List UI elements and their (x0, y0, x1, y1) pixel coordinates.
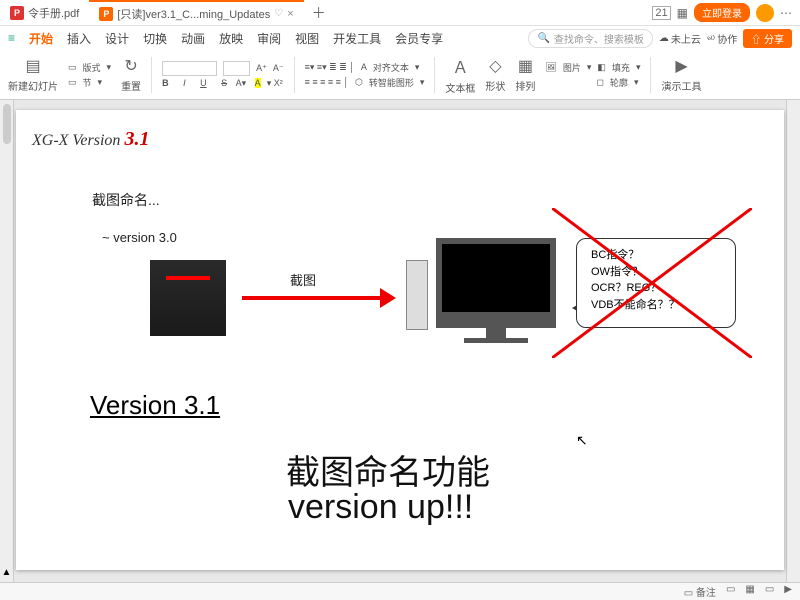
apps-icon[interactable]: ▦ (677, 6, 688, 20)
headline-1: 截图命名功能 (286, 445, 490, 494)
layout-icon: ▭ (68, 62, 77, 73)
font-group[interactable]: A⁺A⁻ B I U S A▾ A▾ X² (162, 61, 284, 89)
menu-design[interactable]: 设计 (105, 30, 129, 47)
scroll-thumb[interactable] (3, 104, 11, 144)
close-icon[interactable]: × (287, 8, 293, 20)
cloud-button[interactable]: ☁未上云 (659, 31, 701, 46)
textbox-icon: Ａ (452, 54, 468, 78)
ribbon: ▤ 新建幻灯片 ▭版式▾ ▭节▾ ↻ 重置 A⁺A⁻ B I U S A▾ A▾… (0, 50, 800, 100)
section-button[interactable]: ▭节▾ (68, 76, 111, 89)
share-icon: ⇧ (751, 35, 764, 46)
slide-header: XG-X Version 3.1 (32, 128, 149, 151)
menu-transition[interactable]: 切换 (143, 30, 167, 47)
menu-logo[interactable]: ≡ (8, 31, 15, 45)
coop-icon: ல (707, 32, 715, 44)
arrow-icon (242, 296, 392, 300)
search-input[interactable]: 🔍 查找命令、搜索模板 (528, 29, 652, 48)
tab-presentation[interactable]: P [只读]ver3.1_C...ming_Updates ♡ × (89, 0, 303, 25)
arrange-icon: ▦ (518, 56, 533, 76)
present-tools-button[interactable]: ▶演示工具 (661, 56, 701, 93)
menu-dev[interactable]: 开发工具 (333, 30, 381, 47)
new-slide-icon: ▤ (25, 56, 40, 76)
smart-icon: ⬡ (355, 77, 363, 88)
separator (650, 57, 651, 93)
slide[interactable]: XG-X Version 3.1 截图命名... ~ version 3.0 截… (16, 110, 784, 570)
tab-label: 令手册.pdf (28, 5, 79, 21)
separator (151, 57, 152, 93)
textbox-button[interactable]: Ａ文本框 (445, 54, 475, 95)
login-button[interactable]: 立即登录 (694, 3, 750, 22)
pc-tower-icon (406, 260, 428, 330)
view-sorter-icon[interactable]: ▦ (745, 584, 754, 599)
arrange-button[interactable]: ▦排列 (515, 56, 535, 93)
separator (434, 57, 435, 93)
headline-2: version up!!! (288, 488, 473, 527)
menu-vip[interactable]: 会员专享 (395, 30, 443, 47)
canvas: ▲ XG-X Version 3.1 截图命名... ~ version 3.0… (0, 100, 800, 582)
menu-review[interactable]: 审阅 (257, 30, 281, 47)
align-icon: А (361, 62, 367, 72)
menu-insert[interactable]: 插入 (67, 30, 91, 47)
source-square (150, 260, 226, 336)
pdf-icon: P (10, 6, 24, 20)
present-icon: ▶ (675, 56, 687, 76)
title-right: 21 ▦ 立即登录 ⋯ (652, 3, 800, 22)
heart-icon: ♡ (274, 8, 283, 19)
layout-button[interactable]: ▭版式▾ (68, 61, 111, 74)
picture-icon: 🖼 (545, 62, 556, 73)
count-badge[interactable]: 21 (652, 6, 670, 20)
monitor-icon (436, 238, 556, 328)
coop-button[interactable]: ல协作 (707, 31, 737, 46)
tab-pdf[interactable]: P 令手册.pdf (0, 0, 89, 25)
layout-group: ▭版式▾ ▭节▾ (68, 61, 111, 89)
view-reading-icon[interactable]: ▭ (765, 584, 774, 599)
menu-view[interactable]: 视图 (295, 30, 319, 47)
monitor-stand (486, 328, 506, 338)
share-button[interactable]: ⇧ 分享 (743, 29, 792, 48)
label-title: 截图命名... (92, 190, 160, 210)
search-placeholder: 查找命令、搜索模板 (554, 31, 644, 46)
slide-panel-scrollbar[interactable]: ▲ (0, 100, 14, 582)
separator (294, 57, 295, 93)
menu-animation[interactable]: 动画 (181, 30, 205, 47)
avatar[interactable] (756, 4, 774, 22)
new-slide-button[interactable]: ▤ 新建幻灯片 (8, 56, 58, 93)
label-version: ~ version 3.0 (102, 230, 177, 245)
minimize-icon[interactable]: ⋯ (780, 6, 792, 20)
section-icon: ▭ (68, 77, 77, 88)
notes-button[interactable]: ▭ 备注 (684, 584, 716, 599)
search-icon: 🔍 (537, 33, 549, 44)
reset-icon: ↻ (124, 56, 137, 76)
wps-icon: P (99, 7, 113, 21)
outline-icon: ◻ (596, 77, 603, 88)
menu-start[interactable]: 开始 (29, 30, 53, 47)
new-tab-button[interactable]: ＋ (304, 3, 334, 23)
shape-icon: ◇ (489, 56, 501, 76)
view-slideshow-icon[interactable]: ▶ (784, 584, 792, 599)
cloud-icon: ☁ (659, 33, 669, 44)
red-marker (166, 276, 210, 280)
fill-icon: ◧ (597, 62, 606, 73)
menu-bar: ≡ 开始 插入 设计 切换 动画 放映 审阅 视图 开发工具 会员专享 🔍 查找… (0, 26, 800, 50)
cursor-icon: ↖ (576, 432, 588, 449)
tab-label: [只读]ver3.1_C...ming_Updates (117, 6, 270, 22)
view-normal-icon[interactable]: ▭ (726, 584, 735, 599)
speech-bubble: BC指令？ OW指令？ OCR？REG？ VDB不能命名？？ (576, 238, 736, 328)
version-31-label: Version 3.1 (90, 390, 220, 421)
arrow-label: 截图 (290, 270, 316, 289)
paragraph-group[interactable]: ≡▾ ≡▾ ≣ ≣ │А对齐文本▾ ≡ ≡ ≡ ≡ ≡ │⬡转智能图形▾ (305, 61, 425, 89)
shape-button[interactable]: ◇形状 (485, 56, 505, 93)
menu-slideshow[interactable]: 放映 (219, 30, 243, 47)
title-bar: P 令手册.pdf P [只读]ver3.1_C...ming_Updates … (0, 0, 800, 26)
reset-button[interactable]: ↻ 重置 (121, 56, 141, 93)
document-tabs: P 令手册.pdf P [只读]ver3.1_C...ming_Updates … (0, 0, 652, 25)
status-bar: ▭ 备注 ▭ ▦ ▭ ▶ (0, 582, 800, 600)
monitor-base (464, 338, 528, 343)
side-pane[interactable] (786, 100, 800, 582)
style-group[interactable]: 🖼图片▾ ◧填充▾ ◻轮廓▾ (545, 61, 640, 89)
